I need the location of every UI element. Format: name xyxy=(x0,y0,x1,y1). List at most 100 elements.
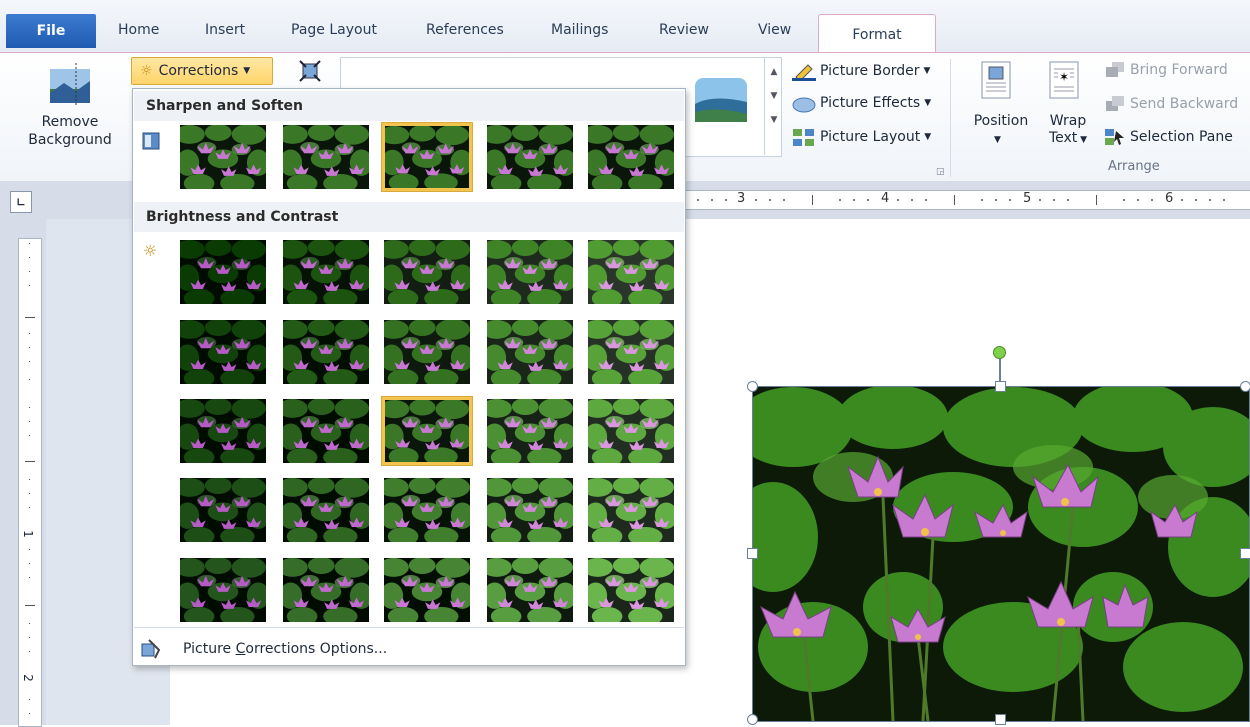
resize-handle[interactable] xyxy=(1240,548,1250,559)
remove-background-button[interactable]: Remove Background xyxy=(22,59,118,159)
brightness-contrast-preset-thumb[interactable] xyxy=(586,238,676,306)
sharpen-preset-thumb[interactable] xyxy=(281,123,371,191)
ruler-number: 2 xyxy=(20,674,35,682)
dropdown-arrow-icon: ▼ xyxy=(924,132,932,142)
tab-selector-icon[interactable]: ∟ xyxy=(10,191,32,213)
tab-home[interactable]: Home xyxy=(118,22,159,38)
resize-handle[interactable] xyxy=(747,714,758,725)
ruler-number: 4 xyxy=(881,191,890,206)
sharpen-preset-thumb[interactable] xyxy=(381,122,473,192)
water-lily-image xyxy=(753,387,1249,721)
picture-corrections-options-item[interactable]: Picture Corrections Options... xyxy=(139,637,679,661)
position-button[interactable]: Position ▼ xyxy=(966,59,1036,159)
position-label: Position xyxy=(973,113,1029,129)
picture-border-label: Picture Border xyxy=(820,63,920,79)
resize-handle[interactable] xyxy=(1240,381,1250,392)
brightness-contrast-preset-thumb[interactable] xyxy=(178,556,268,624)
send-backward-button[interactable]: Send Backward xyxy=(1104,95,1238,113)
brightness-contrast-preset-thumb[interactable] xyxy=(382,556,472,624)
bring-forward-button[interactable]: Bring Forward xyxy=(1104,61,1228,79)
tab-mailings[interactable]: Mailings xyxy=(551,22,608,38)
tab-file[interactable]: File xyxy=(6,14,96,48)
selection-pane-label: Selection Pane xyxy=(1130,129,1233,145)
remove-background-label-2: Background xyxy=(28,132,112,148)
ruler-number: 3 xyxy=(737,191,746,206)
sun-icon: ☼ xyxy=(140,63,153,79)
brightness-contrast-preset-thumb[interactable] xyxy=(485,318,575,386)
brightness-contrast-preset-thumb[interactable] xyxy=(178,397,268,465)
picture-effects-icon xyxy=(792,97,816,113)
picture-layout-icon xyxy=(793,129,814,146)
compress-pictures-icon[interactable] xyxy=(298,59,322,83)
gallery-more-icon[interactable]: ▼ xyxy=(765,115,783,125)
brightness-contrast-preset-thumb[interactable] xyxy=(485,476,575,544)
selection-pane-button[interactable]: Selection Pane xyxy=(1104,128,1233,146)
dropdown-arrow-icon: ▼ xyxy=(924,98,932,108)
picture-layout-button[interactable]: Picture Layout ▼ xyxy=(792,127,931,147)
brightness-contrast-preset-thumb[interactable] xyxy=(485,238,575,306)
ruler-number: 6 xyxy=(1165,191,1174,206)
brightness-contrast-preset-thumb[interactable] xyxy=(281,556,371,624)
brightness-contrast-preset-thumb[interactable] xyxy=(382,238,472,306)
corrections-label: Corrections xyxy=(158,63,239,79)
picture-border-button[interactable]: Picture Border ▼ xyxy=(792,61,930,81)
brightness-contrast-preset-thumb[interactable] xyxy=(178,238,268,306)
send-backward-icon xyxy=(1106,96,1124,111)
corrections-button[interactable]: ☼ Corrections ▼ xyxy=(131,57,273,85)
sharpen-preset-thumb[interactable] xyxy=(586,123,676,191)
dialog-launcher-icon[interactable]: ◲ xyxy=(936,167,945,177)
menu-separator xyxy=(134,627,684,628)
gallery-down-icon[interactable]: ▼ xyxy=(765,91,783,101)
brightness-contrast-preset-thumb[interactable] xyxy=(381,396,473,466)
brightness-contrast-preset-thumb[interactable] xyxy=(586,556,676,624)
sharpen-preset-thumb[interactable] xyxy=(178,123,268,191)
brightness-contrast-preset-thumb[interactable] xyxy=(382,476,472,544)
tab-format[interactable]: Format xyxy=(818,14,936,55)
sharpen-preset-thumb[interactable] xyxy=(485,123,575,191)
vertical-ruler[interactable]: 1 2 xyxy=(18,238,42,727)
picture-effects-button[interactable]: Picture Effects ▼ xyxy=(792,93,931,113)
brightness-contrast-preset-thumb[interactable] xyxy=(281,318,371,386)
vruler-ticks xyxy=(25,243,35,714)
gallery-up-icon[interactable]: ▲ xyxy=(765,67,783,77)
brightness-contrast-preset-thumb[interactable] xyxy=(281,397,371,465)
wrap-text-label-2: Text xyxy=(1048,130,1078,146)
gallery-scroll[interactable]: ▲ ▼ ▼ xyxy=(764,57,783,155)
brightness-contrast-preset-thumb[interactable] xyxy=(178,318,268,386)
brightness-contrast-preset-thumb[interactable] xyxy=(281,238,371,306)
tab-page-layout[interactable]: Page Layout xyxy=(291,22,377,38)
dropdown-arrow-icon: ▼ xyxy=(243,66,251,76)
tab-view[interactable]: View xyxy=(758,22,791,38)
selection-pane-icon xyxy=(1105,129,1124,145)
brightness-contrast-preset-thumb[interactable] xyxy=(281,476,371,544)
brightness-contrast-preset-thumb[interactable] xyxy=(586,476,676,544)
brightness-contrast-preset-thumb[interactable] xyxy=(485,556,575,624)
resize-handle[interactable] xyxy=(747,381,758,392)
brightness-contrast-preset-thumb[interactable] xyxy=(382,318,472,386)
wrap-text-button[interactable]: ✶ Wrap Text ▼ xyxy=(1040,59,1096,159)
brightness-contrast-preset-thumb[interactable] xyxy=(485,397,575,465)
picture-style-thumb[interactable] xyxy=(693,76,749,124)
brightness-contrast-preset-thumb[interactable] xyxy=(586,397,676,465)
tab-insert[interactable]: Insert xyxy=(205,22,245,38)
resize-handle[interactable] xyxy=(995,381,1006,392)
horizontal-ruler[interactable]: 3 4 5 6 xyxy=(682,190,1250,210)
water-lily-picture[interactable] xyxy=(752,386,1250,722)
picture-layout-label: Picture Layout xyxy=(820,129,921,145)
group-separator xyxy=(950,59,951,177)
wrap-text-icon: ✶ xyxy=(1049,61,1079,99)
dropdown-arrow-icon: ▼ xyxy=(1077,135,1088,145)
corrections-thumbnails xyxy=(133,89,685,665)
picture-effects-label: Picture Effects xyxy=(820,95,921,111)
tab-references[interactable]: References xyxy=(426,22,504,38)
rotation-handle[interactable] xyxy=(993,346,1006,359)
corrections-dropdown: Sharpen and Soften Brightness and Contra… xyxy=(132,88,686,666)
resize-handle[interactable] xyxy=(995,714,1006,725)
brightness-contrast-preset-thumb[interactable] xyxy=(178,476,268,544)
ruler-number: 5 xyxy=(1023,191,1032,206)
resize-handle[interactable] xyxy=(747,548,758,559)
tab-review[interactable]: Review xyxy=(659,22,709,38)
send-backward-label: Send Backward xyxy=(1130,96,1239,112)
brightness-contrast-preset-thumb[interactable] xyxy=(586,318,676,386)
bring-forward-icon xyxy=(1106,62,1124,77)
